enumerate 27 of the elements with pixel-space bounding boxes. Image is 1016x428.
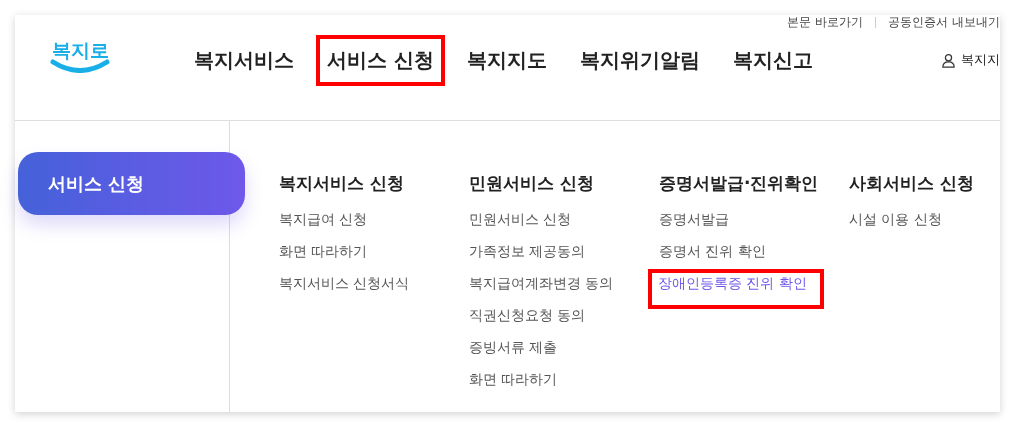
- user-icon: [941, 52, 956, 68]
- menu-link[interactable]: 증빙서류 제출: [459, 334, 568, 366]
- menu-link[interactable]: 증명서발급: [649, 206, 739, 238]
- menu-link[interactable]: 시설 이용 신청: [839, 206, 952, 238]
- utility-link[interactable]: 본문 바로가기: [787, 15, 864, 29]
- menu-link[interactable]: 복지서비스 신청서식: [269, 270, 420, 302]
- nav-item[interactable]: 복지서비스: [183, 34, 305, 86]
- menu-link[interactable]: 화면 따라하기: [459, 366, 568, 398]
- nav-item[interactable]: 서비스 신청: [316, 34, 445, 86]
- nav-item[interactable]: 복지위기알림: [568, 34, 711, 86]
- utility-link[interactable]: 공동인증서 내보내기: [888, 15, 1000, 29]
- column-heading: 복지서비스 신청: [279, 172, 405, 195]
- menu-link[interactable]: 증명서 진위 확인: [649, 238, 776, 270]
- menu-link[interactable]: 복지급여계좌변경 동의: [459, 270, 624, 302]
- menu-link[interactable]: 직권신청요청 동의: [459, 302, 596, 334]
- column-heading: 민원서비스 신청: [469, 172, 595, 195]
- menu-link[interactable]: 민원서비스 신청: [459, 206, 582, 238]
- nav-item[interactable]: 복지신고: [721, 34, 824, 86]
- column-heading: 증명서발급·진위확인: [659, 172, 820, 195]
- nav-item[interactable]: 복지지도: [455, 34, 558, 86]
- menu-link[interactable]: 가족정보 제공동의: [459, 238, 596, 270]
- column-heading: 사회서비스 신청: [849, 172, 975, 195]
- menu-link[interactable]: 복지급여 신청: [269, 206, 378, 238]
- user-link[interactable]: 복지지: [941, 51, 1000, 69]
- side-menu-item[interactable]: 서비스 신청: [18, 152, 245, 215]
- menu-link[interactable]: 화면 따라하기: [269, 238, 378, 270]
- menu-link[interactable]: 장애인등록증 진위 확인: [648, 269, 824, 309]
